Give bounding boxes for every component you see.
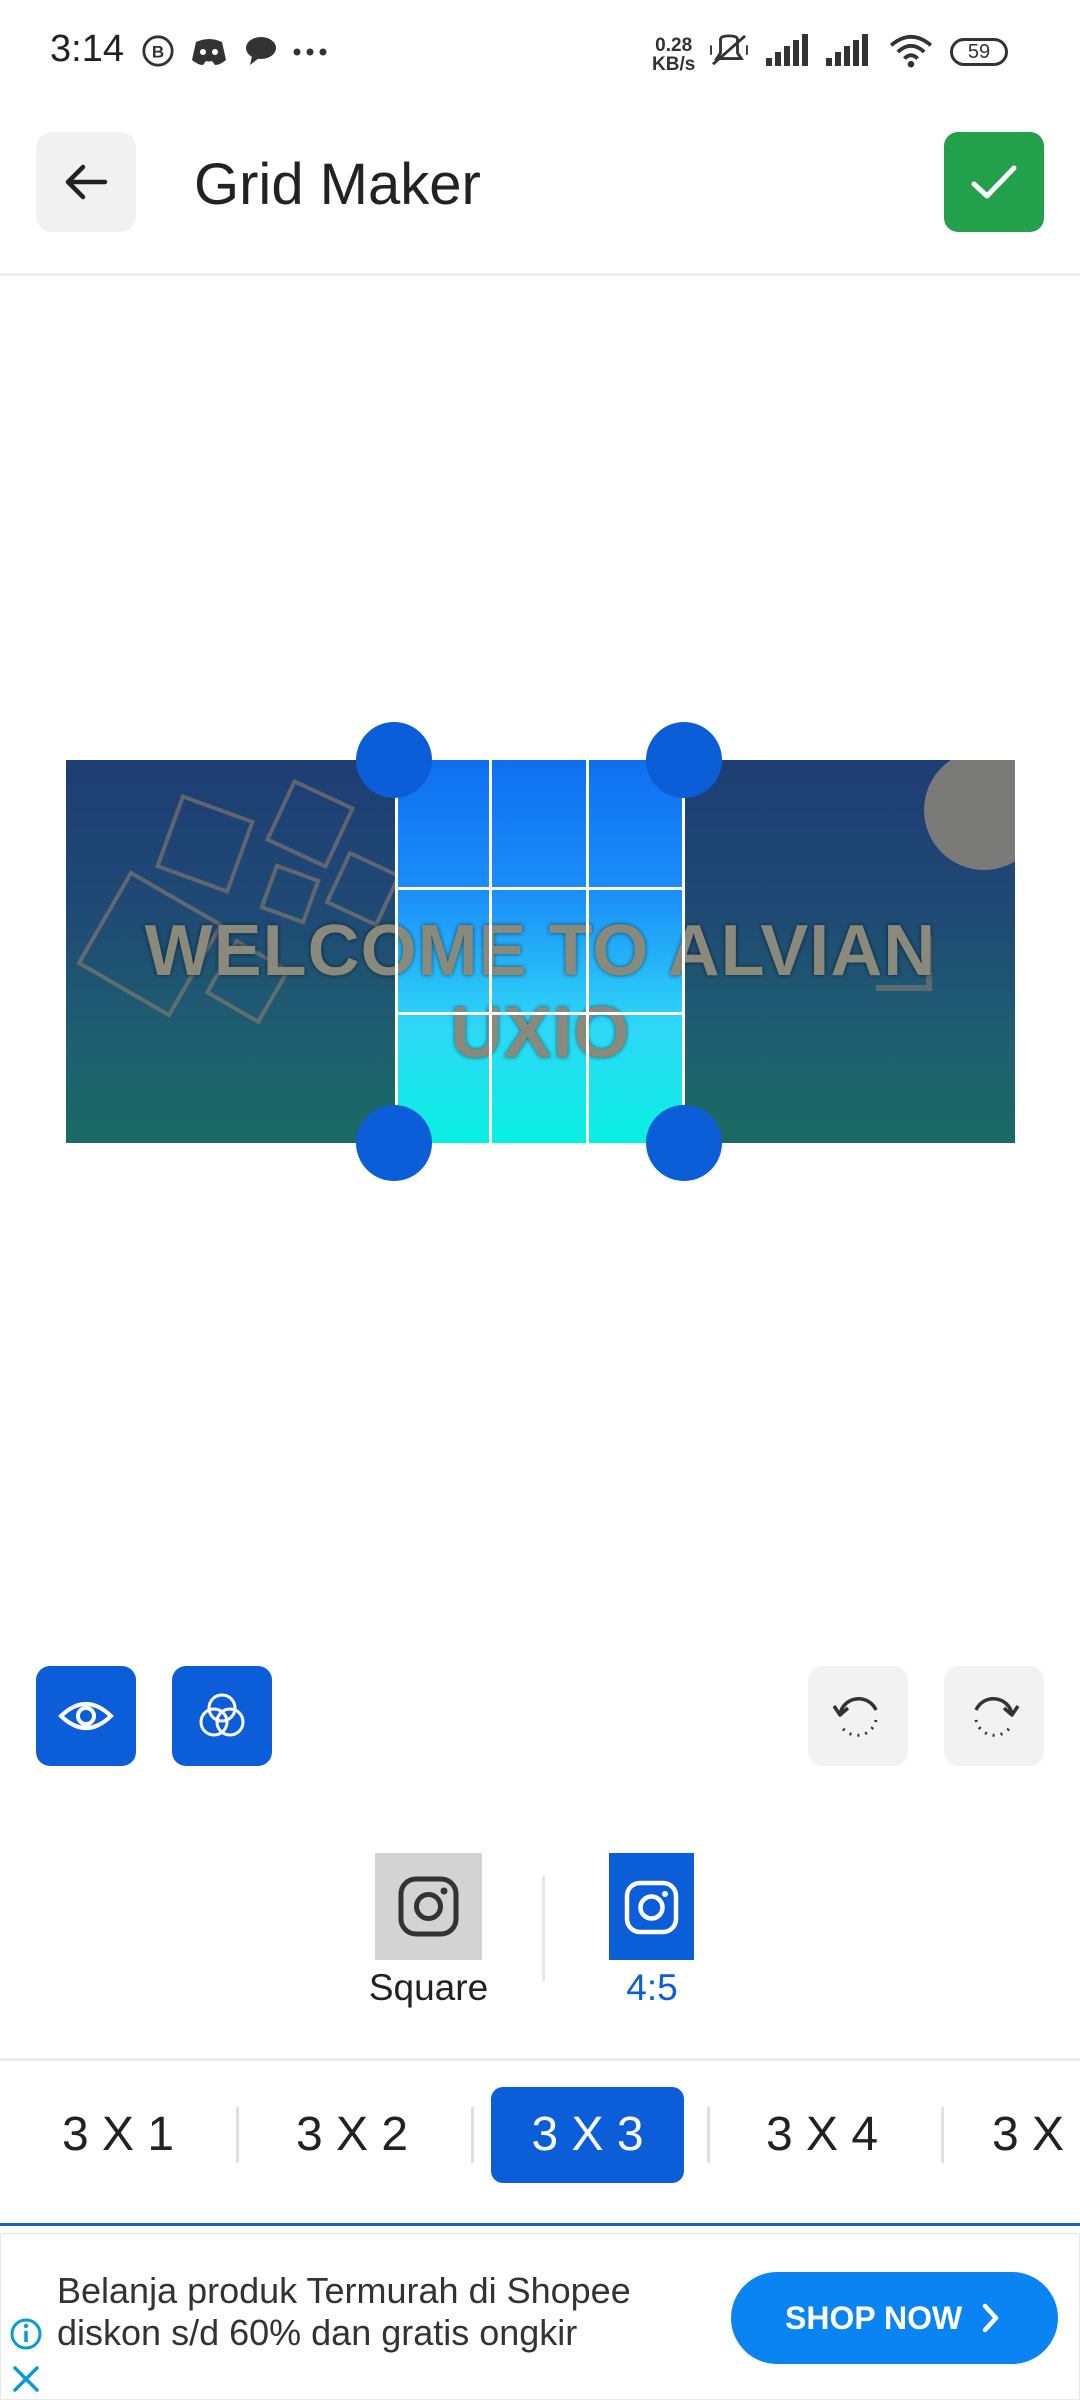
- rotate-left-icon: [832, 1697, 878, 1737]
- instagram-icon: [398, 1876, 459, 1937]
- chat-bubble-icon: [246, 37, 276, 65]
- instagram-icon: [624, 1880, 679, 1935]
- chevron-right-icon: [982, 2303, 999, 2333]
- grid-line: [489, 760, 492, 1143]
- grid-line: [395, 887, 685, 890]
- net-speed-value: 0.28: [655, 35, 693, 56]
- ratio-4-5-label: 4:5: [626, 1967, 678, 2008]
- decor-circle: [924, 760, 1015, 870]
- eye-icon: [58, 1702, 114, 1730]
- shop-now-label: SHOP NOW: [785, 2300, 963, 2336]
- rotate-left-button[interactable]: [808, 1666, 908, 1766]
- ratio-square-option[interactable]: [375, 1853, 482, 1960]
- grid-line: [682, 760, 685, 1143]
- grid-option-3x5[interactable]: 3 X: [992, 2087, 1080, 2183]
- status-time: 3:14: [50, 28, 124, 70]
- grid-options-bar[interactable]: 3 X 1 3 X 2 3 X 3 3 X 4 3 X: [0, 2058, 1080, 2226]
- app-header: Grid Maker: [0, 105, 1080, 276]
- decor-square: [264, 778, 356, 870]
- b-badge-icon: B: [142, 35, 174, 67]
- ad-text: Belanja produk Termurah di Shopee diskon…: [57, 2270, 631, 2353]
- page-title: Grid Maker: [194, 152, 481, 217]
- check-icon: [971, 165, 1017, 199]
- grid-option-3x1[interactable]: 3 X 1: [38, 2087, 198, 2183]
- ad-banner[interactable]: Belanja produk Termurah di Shopee diskon…: [0, 2233, 1080, 2400]
- battery-icon: 59: [950, 38, 1008, 66]
- decor-square: [155, 794, 255, 894]
- arrow-left-icon: [65, 164, 108, 200]
- svg-text:B: B: [152, 43, 164, 62]
- crop-handle-bottom-right[interactable]: [646, 1105, 722, 1181]
- signal-icon: [826, 34, 868, 66]
- confirm-button[interactable]: [944, 132, 1044, 232]
- grid-option-3x2[interactable]: 3 X 2: [272, 2087, 432, 2183]
- close-icon[interactable]: [9, 2362, 43, 2396]
- wifi-icon: [889, 34, 933, 68]
- net-speed: 0.28 KB/s: [652, 36, 695, 74]
- grid-option-3x4[interactable]: 3 X 4: [742, 2087, 902, 2183]
- signal-icon: [766, 34, 808, 66]
- back-button[interactable]: [36, 132, 136, 232]
- grid-line: [586, 760, 589, 1143]
- net-speed-unit: KB/s: [652, 54, 696, 75]
- grid-option-3x3[interactable]: 3 X 3: [491, 2087, 684, 2183]
- crop-handle-top-right[interactable]: [646, 722, 722, 798]
- discord-icon: [192, 39, 226, 65]
- rotate-right-button[interactable]: [944, 1666, 1044, 1766]
- preview-button[interactable]: [36, 1666, 136, 1766]
- ratio-square-label: Square: [368, 1967, 489, 2008]
- crop-handle-top-left[interactable]: [356, 722, 432, 798]
- status-bar: 3:14 B 0.28 KB/s 59: [0, 0, 1080, 105]
- more-dots-icon: [293, 48, 327, 56]
- grid-separator: [236, 2107, 239, 2163]
- crop-handle-bottom-left[interactable]: [356, 1105, 432, 1181]
- color-circles-icon: [199, 1693, 245, 1737]
- image-canvas[interactable]: WELCOME TO ALVIAN UXIO: [66, 760, 1015, 1143]
- ratio-4-5-option[interactable]: [609, 1853, 694, 1960]
- grid-separator: [707, 2107, 710, 2163]
- grid-separator: [941, 2107, 944, 2163]
- color-filter-button[interactable]: [172, 1666, 272, 1766]
- ratio-divider: [542, 1876, 545, 1981]
- info-icon[interactable]: [9, 2317, 43, 2351]
- shop-now-button[interactable]: SHOP NOW: [731, 2272, 1058, 2364]
- grid-separator: [471, 2107, 474, 2163]
- mute-vibrate-icon: [710, 34, 748, 66]
- grid-line: [395, 1012, 685, 1015]
- rotate-right-icon: [974, 1697, 1020, 1737]
- banner-text: WELCOME TO ALVIAN UXIO: [144, 911, 937, 1073]
- grid-line: [395, 760, 398, 1143]
